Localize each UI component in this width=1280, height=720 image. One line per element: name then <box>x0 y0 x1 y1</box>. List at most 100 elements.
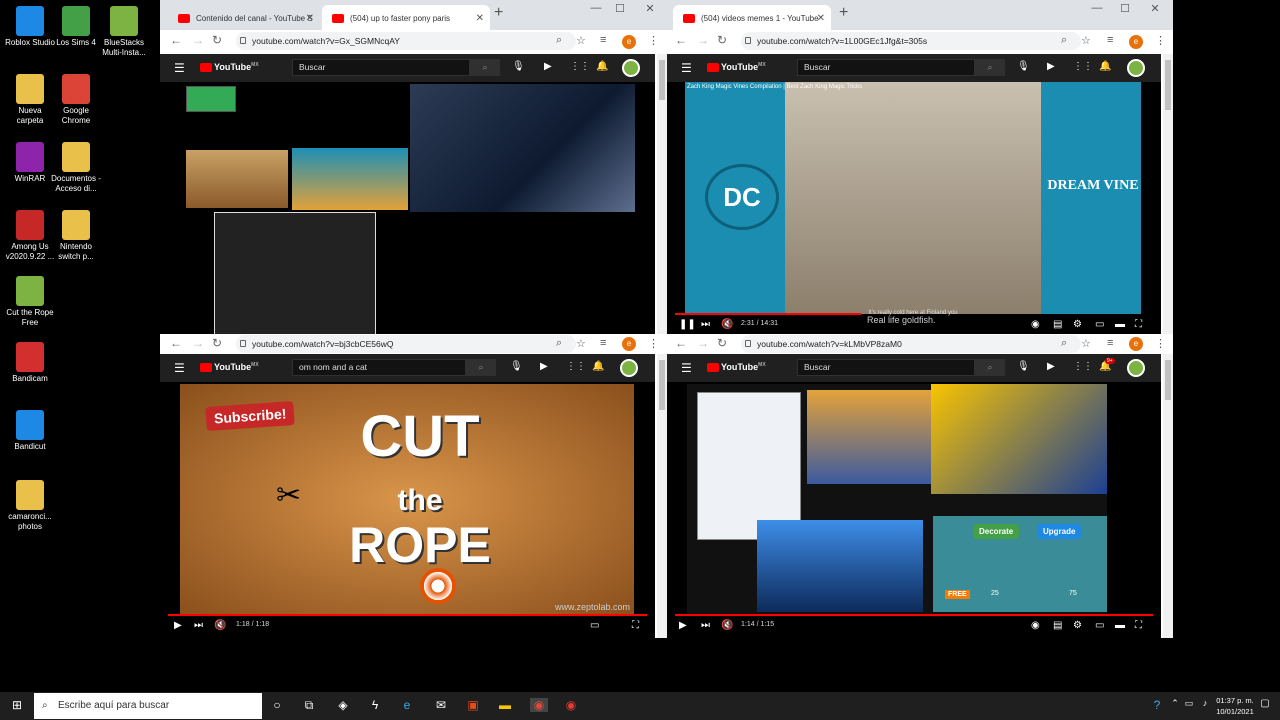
desktop-icon[interactable]: Among Us v2020.9.22 ... <box>4 210 56 262</box>
desktop-icon[interactable]: Nueva carpeta <box>4 74 56 126</box>
video-player[interactable]: Decorate Upgrade FREE 25 75 <box>687 384 1107 616</box>
youtube-logo[interactable]: YouTubeMX <box>707 62 766 73</box>
winamp-icon[interactable]: ϟ <box>366 698 384 712</box>
search-page-icon[interactable]: ⌕ <box>556 34 562 47</box>
star-icon[interactable]: ☆ <box>1081 337 1091 350</box>
windows-start-icon[interactable]: ⊞ <box>8 698 26 712</box>
desktop-icon[interactable]: Documentos - Acceso di... <box>50 142 102 194</box>
scrollbar[interactable] <box>657 354 667 638</box>
star-icon[interactable]: ☆ <box>576 337 586 350</box>
mute-icon[interactable]: 🔇 <box>721 620 733 631</box>
mic-icon[interactable]: 🎙 <box>1017 361 1030 372</box>
search-page-icon[interactable]: ⌕ <box>1061 337 1067 350</box>
desktop-icon[interactable]: Bandicam <box>4 342 56 384</box>
tab-contenido[interactable]: Contenido del canal - YouTube S ✕ <box>168 5 320 32</box>
fullscreen-icon[interactable]: ⛶ <box>1135 620 1142 631</box>
search-input[interactable]: Buscar <box>797 359 975 376</box>
bandicam-taskbar-icon[interactable]: ◉ <box>562 698 580 712</box>
autoplay-toggle-icon[interactable]: ◉ <box>1031 620 1040 631</box>
mute-icon[interactable]: 🔇 <box>721 319 733 330</box>
hamburger-icon[interactable]: ☰ <box>681 361 692 375</box>
profile-avatar[interactable]: e <box>1129 35 1143 49</box>
desktop-icon[interactable]: Roblox Studio <box>4 6 56 48</box>
taskbar-search[interactable]: ⌕ Escribe aquí para buscar <box>34 693 262 719</box>
scrollbar[interactable] <box>1163 54 1173 337</box>
mic-icon[interactable]: 🎙 <box>510 361 523 372</box>
menu-dots-icon[interactable]: ⋮ <box>648 34 659 47</box>
scrollbar[interactable] <box>657 54 667 337</box>
play-icon[interactable]: ▶ <box>679 620 687 631</box>
desktop-icon[interactable]: Cut the Rope Free <box>4 276 56 328</box>
subtitles-icon[interactable]: ▤ <box>1053 319 1062 330</box>
back-icon[interactable]: ← <box>675 336 687 350</box>
account-avatar[interactable] <box>620 359 638 377</box>
profile-avatar[interactable]: e <box>622 35 636 49</box>
volume-icon[interactable]: ♪ <box>1196 698 1214 708</box>
desktop-icon[interactable]: Nintendo switch p... <box>50 210 102 262</box>
pause-icon[interactable]: ❚❚ <box>679 319 696 330</box>
desktop-icon[interactable]: Google Chrome <box>50 74 102 126</box>
close-window-icon[interactable]: ✕ <box>638 2 662 15</box>
browser-window-bottom-left[interactable]: ← → ↻ youtube.com/watch?v=bj3cbCE56wQ ⌕ … <box>160 334 667 638</box>
miniplayer-icon[interactable]: ▭ <box>1095 319 1104 330</box>
close-window-icon[interactable]: ✕ <box>1143 2 1167 15</box>
mic-icon[interactable]: 🎙 <box>512 61 525 72</box>
hamburger-icon[interactable]: ☰ <box>174 361 185 375</box>
browser-window-top-left[interactable]: Contenido del canal - YouTube S ✕ (504) u… <box>160 0 667 337</box>
minimize-icon[interactable]: — <box>584 2 608 14</box>
search-page-icon[interactable]: ⌕ <box>1061 34 1067 47</box>
subtitles-icon[interactable]: ▤ <box>1053 620 1062 631</box>
forward-icon[interactable]: → <box>697 33 709 47</box>
reading-list-icon[interactable]: ≡ <box>1107 34 1113 46</box>
reload-icon[interactable]: ↻ <box>212 336 222 350</box>
next-icon[interactable]: ⏭ <box>701 620 710 631</box>
progress-bar[interactable] <box>675 614 1153 616</box>
desktop-icon[interactable]: camaronci... photos <box>4 480 56 532</box>
search-button[interactable]: ⌕ <box>975 59 1005 76</box>
reload-icon[interactable]: ↻ <box>212 33 222 47</box>
menu-dots-icon[interactable]: ⋮ <box>1155 337 1166 350</box>
url-field[interactable]: youtube.com/watch?v=1L00GEc1Jfg&t=305s <box>741 32 1081 50</box>
reading-list-icon[interactable]: ≡ <box>600 34 606 46</box>
video-player[interactable]: Subscribe! CUT the ROPE ✂ www.zeptolab.c… <box>180 384 634 616</box>
apps-grid-icon[interactable]: ⋮⋮ <box>1073 61 1093 72</box>
fullscreen-icon[interactable]: ⛶ <box>1135 319 1142 330</box>
forward-icon[interactable]: → <box>192 336 204 350</box>
bell-icon[interactable]: 🔔 <box>596 61 608 72</box>
hamburger-icon[interactable]: ☰ <box>681 61 692 75</box>
desktop-icon[interactable]: BlueStacks Multi-Insta... <box>98 6 150 58</box>
next-icon[interactable]: ⏭ <box>194 620 203 631</box>
desktop-icon[interactable]: Los Sims 4 <box>50 6 102 48</box>
youtube-logo[interactable]: YouTubeMX <box>707 362 766 373</box>
account-avatar[interactable] <box>1127 59 1145 77</box>
create-video-icon[interactable]: ▶ <box>540 361 548 372</box>
reading-list-icon[interactable]: ≡ <box>1107 337 1113 349</box>
youtube-logo[interactable]: YouTubeMX <box>200 362 259 373</box>
close-tab-icon[interactable]: ✕ <box>476 5 484 32</box>
youtube-logo[interactable]: YouTubeMX <box>200 62 259 73</box>
account-avatar[interactable] <box>1127 359 1145 377</box>
url-field[interactable]: youtube.com/watch?v=bj3cbCE56wQ <box>236 335 576 353</box>
theater-icon[interactable]: ▬ <box>1115 319 1125 330</box>
back-icon[interactable]: ← <box>170 336 182 350</box>
apps-grid-icon[interactable]: ⋮⋮ <box>566 361 586 372</box>
file-explorer-icon[interactable]: ▬ <box>496 698 514 712</box>
back-icon[interactable]: ← <box>170 33 182 47</box>
forward-icon[interactable]: → <box>697 336 709 350</box>
tab-pony[interactable]: (504) up to faster pony paris ✕ <box>322 5 490 32</box>
play-icon[interactable]: ▶ <box>174 620 182 631</box>
search-input[interactable]: Buscar <box>292 59 470 76</box>
cortana-icon[interactable]: ○ <box>268 698 286 712</box>
profile-avatar[interactable]: e <box>1129 337 1143 351</box>
menu-dots-icon[interactable]: ⋮ <box>648 337 659 350</box>
mail-icon[interactable]: ✉ <box>432 698 450 712</box>
next-icon[interactable]: ⏭ <box>701 319 710 330</box>
task-view-icon[interactable]: ⧉ <box>300 698 318 713</box>
scrollbar[interactable] <box>1163 354 1173 638</box>
search-button[interactable]: ⌕ <box>975 359 1005 376</box>
bell-icon[interactable]: 🔔 <box>592 361 604 372</box>
minimize-icon[interactable]: — <box>1085 2 1109 14</box>
mic-icon[interactable]: 🎙 <box>1017 61 1030 72</box>
menu-dots-icon[interactable]: ⋮ <box>1155 34 1166 47</box>
create-video-icon[interactable]: ▶ <box>1047 361 1055 372</box>
